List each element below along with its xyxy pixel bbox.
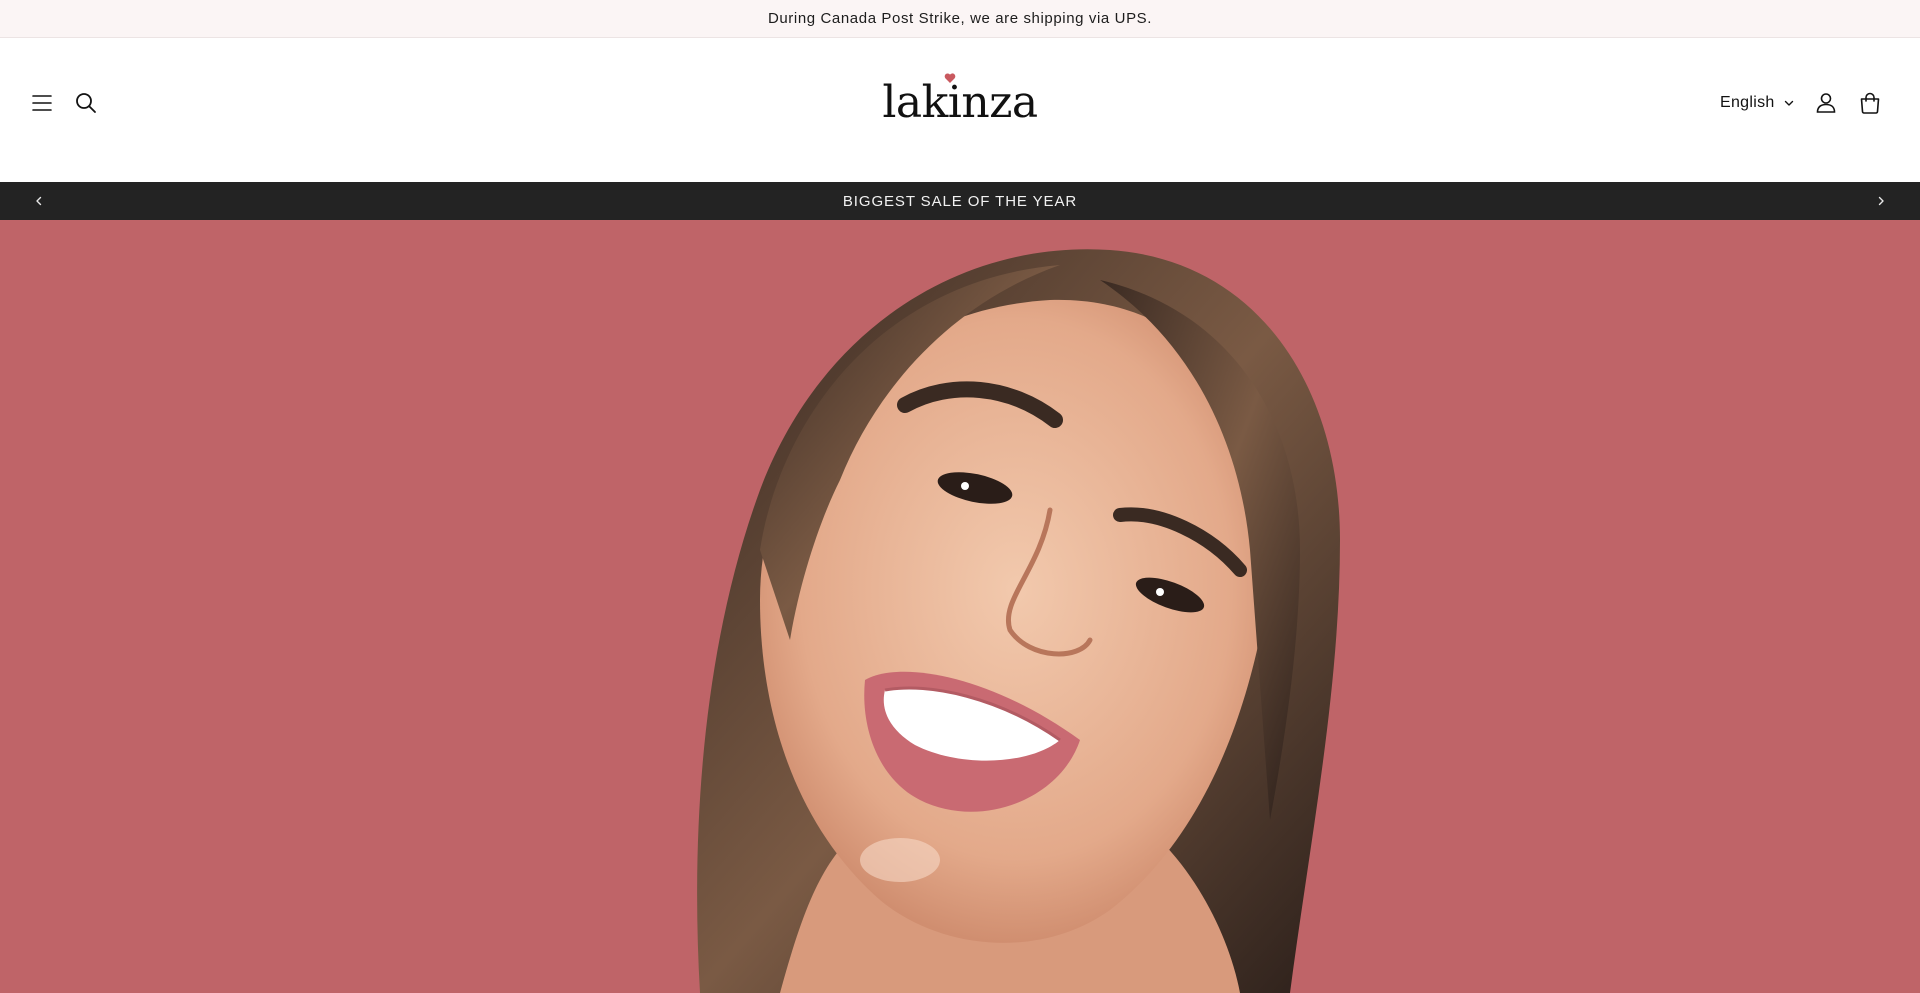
hero-image	[697, 249, 1340, 993]
logo-link[interactable]: lakinza	[882, 73, 1038, 125]
chevron-right-icon[interactable]	[1871, 191, 1891, 211]
language-label: English	[1720, 94, 1775, 111]
heart-icon	[945, 73, 956, 83]
announcement-text: During Canada Post Strike, we are shippi…	[767, 10, 1153, 27]
chevron-left-icon[interactable]	[29, 191, 49, 211]
promo-text: BIGGEST SALE OF THE YEAR	[842, 192, 1078, 210]
announcement-bar: During Canada Post Strike, we are shippi…	[0, 0, 1920, 38]
hero-banner[interactable]	[0, 220, 1920, 993]
chevron-down-icon	[1784, 100, 1793, 106]
cart-icon[interactable]	[1852, 85, 1888, 121]
language-selector[interactable]: English	[1720, 91, 1795, 115]
account-icon[interactable]	[1808, 85, 1844, 121]
logo-text: lakinza	[882, 77, 1038, 128]
site-header: lakinza English	[0, 39, 1920, 182]
promo-slider: BIGGEST SALE OF THE YEAR	[0, 182, 1920, 220]
logo-container: lakinza	[0, 73, 1920, 133]
